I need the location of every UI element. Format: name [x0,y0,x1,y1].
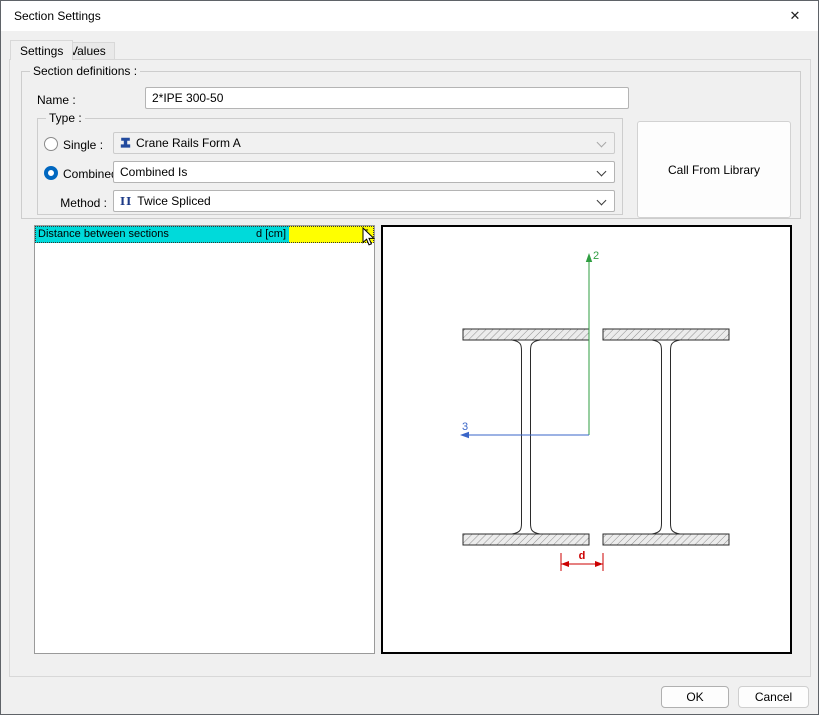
crane-rail-icon [120,137,131,149]
twin-ibeam-icon: II [120,195,132,208]
ok-button-label: OK [686,690,703,704]
chevron-down-icon [597,167,607,177]
tab-settings[interactable]: Settings [10,40,73,60]
ibeam-left [463,329,589,545]
mouse-cursor [362,227,376,247]
close-button[interactable]: ✕ [773,2,817,30]
axis-2-label: 2 [593,250,599,262]
ibeam-right-top-flange [603,329,729,340]
axis-3-label: 3 [462,421,468,433]
section-settings-dialog: Section Settings ✕ Settings Values Secti… [0,0,819,715]
method-combobox[interactable]: II Twice Spliced [113,190,615,212]
combined-combobox-value: Combined Is [120,165,187,179]
cancel-button[interactable]: Cancel [738,686,809,708]
property-row[interactable]: Distance between sections d [cm] 5 [35,226,374,243]
type-label: Type : [46,111,85,125]
ibeam-left-web [512,340,540,534]
ibeam-right [603,329,729,545]
window-title: Section Settings [14,9,101,23]
property-grid: Distance between sections d [cm] 5 [34,225,375,654]
combined-radio[interactable] [44,166,58,180]
single-label: Single : [63,138,103,152]
call-from-library-button[interactable]: Call From Library [637,121,791,218]
method-combobox-value: Twice Spliced [137,194,210,208]
property-unit-cell: d [cm] [251,226,289,243]
ibeam-right-web [652,340,680,534]
ibeam-left-bottom-flange [463,534,589,545]
call-from-library-label: Call From Library [668,163,760,177]
section-preview-svg: 2 3 d [383,227,790,652]
method-label: Method : [41,196,107,210]
chevron-down-icon [597,196,607,206]
property-name-cell: Distance between sections [35,226,251,243]
dimension-label: d [579,550,586,562]
cancel-button-label: Cancel [755,690,792,704]
single-radio[interactable] [44,137,58,151]
combined-combobox[interactable]: Combined Is [113,161,615,183]
preview-panel: 2 3 d [381,225,792,654]
name-label: Name : [37,93,76,107]
close-icon: ✕ [790,8,801,24]
single-combobox-value: Crane Rails Form A [136,136,241,150]
ibeam-left-top-flange [463,329,589,340]
dimension-arrow-left-icon [561,561,569,567]
dimension-arrow-right-icon [595,561,603,567]
chevron-down-icon [597,138,607,148]
ok-button[interactable]: OK [661,686,729,708]
titlebar: Section Settings ✕ [1,1,818,31]
section-definitions-label: Section definitions : [30,64,140,78]
tab-values-label: Values [70,44,106,58]
ibeam-right-bottom-flange [603,534,729,545]
axis-2-arrow-icon [586,253,592,262]
tab-settings-label: Settings [20,44,63,58]
name-input[interactable] [145,87,629,109]
single-combobox[interactable]: Crane Rails Form A [113,132,615,154]
